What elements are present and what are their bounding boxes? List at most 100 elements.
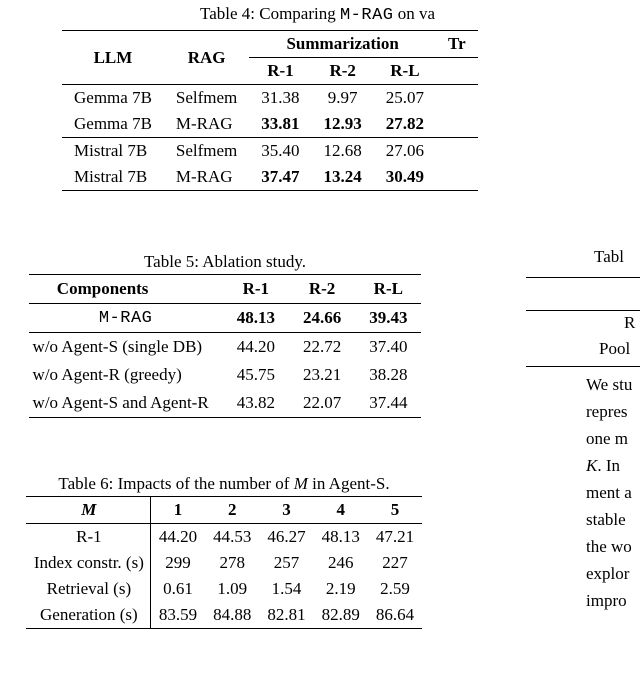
cell-r2: 22.72 (289, 333, 355, 362)
table4-sub-r1: R-1 (249, 58, 311, 85)
table6: Table 6: Impacts of the number of M in A… (4, 470, 444, 629)
table-row: Mistral 7B M-RAG 37.47 13.24 30.49 (62, 164, 478, 191)
cell-r2: 12.93 (312, 111, 374, 138)
cell-v: 44.53 (205, 524, 259, 551)
cell-v: 47.21 (368, 524, 422, 551)
cell-rl: 37.44 (355, 389, 421, 418)
table5-caption: Table 5: Ablation study. (0, 252, 450, 272)
cell-r2: 13.24 (312, 164, 374, 191)
table6-head-1: 1 (150, 497, 205, 524)
cell-rl: 38.28 (355, 361, 421, 389)
table6-header: M 1 2 3 4 5 (26, 497, 422, 524)
cell-r2: 24.66 (289, 304, 355, 333)
frag-text: stable (586, 510, 626, 530)
cell-r1: 48.13 (223, 304, 289, 333)
table-row: Mistral 7B Selfmem 35.40 12.68 27.06 (62, 138, 478, 165)
table4: LLM RAG Summarization Tr R-1 R-2 R-L Gem… (62, 30, 478, 191)
table4-caption-suffix: on va (394, 4, 436, 23)
table-row: Gemma 7B Selfmem 31.38 9.97 25.07 (62, 85, 478, 112)
table5-head-r1: R-1 (223, 275, 289, 304)
frag-text: explor (586, 564, 629, 584)
cell-v: 84.88 (205, 602, 259, 629)
frag-text: one m (586, 429, 628, 449)
frag-row-pool: Pool (599, 339, 630, 359)
cell-r2: 22.07 (289, 389, 355, 418)
cell-v: 82.89 (314, 602, 368, 629)
cell-v: 0.61 (150, 576, 205, 602)
table4-head-tr: Tr (436, 31, 478, 58)
table6-head-4: 4 (314, 497, 368, 524)
table-row: w/o Agent-S and Agent-R 43.82 22.07 37.4… (29, 389, 422, 418)
frag-text: the wo (586, 537, 632, 557)
table6-caption: Table 6: Impacts of the number of M in A… (4, 474, 444, 494)
table5-head-rl: R-L (355, 275, 421, 304)
cell-comp: w/o Agent-S and Agent-R (29, 389, 223, 418)
table4-table: LLM RAG Summarization Tr R-1 R-2 R-L Gem… (62, 30, 478, 191)
table4-sub-r2: R-2 (312, 58, 374, 85)
cell-label: Generation (s) (26, 602, 151, 629)
cell-r1: 35.40 (249, 138, 311, 165)
frag-text: ment a (586, 483, 632, 503)
table-row: Gemma 7B M-RAG 33.81 12.93 27.82 (62, 111, 478, 138)
table5-head-comp: Components (29, 275, 223, 304)
table6-caption-suffix: in Agent-S. (308, 474, 390, 493)
table6-table: M 1 2 3 4 5 R-1 44.20 44.53 46.27 48.13 … (26, 496, 422, 629)
table4-sub-rl: R-L (374, 58, 436, 85)
cell-rag: Selfmem (164, 138, 249, 165)
table6-caption-M: M (294, 474, 308, 493)
table6-caption-prefix: Table 6: Impacts of the number of (58, 474, 293, 493)
cell-v: 86.64 (368, 602, 422, 629)
cell-rag: M-RAG (164, 164, 249, 191)
page: Table 4: Comparing M-RAG on va LLM RAG S… (0, 0, 640, 679)
cell-rl: 37.40 (355, 333, 421, 362)
cell-extra (436, 111, 478, 138)
table4-caption-prefix: Table 4: Comparing (200, 4, 340, 23)
table5-header: Components R-1 R-2 R-L (29, 275, 422, 304)
table5-head-r2: R-2 (289, 275, 355, 304)
frag-rule (526, 366, 640, 367)
cell-r1: 43.82 (223, 389, 289, 418)
frag-row-r: R (624, 313, 635, 333)
cell-r2: 12.68 (312, 138, 374, 165)
table4-sub-blank (436, 58, 478, 85)
cell-llm: Gemma 7B (62, 85, 164, 112)
cell-v: 257 (259, 550, 313, 576)
cell-v: 82.81 (259, 602, 313, 629)
cell-v: 2.19 (314, 576, 368, 602)
cell-extra (436, 85, 478, 112)
cell-extra (436, 164, 478, 191)
cell-v: 44.20 (150, 524, 205, 551)
table-row: w/o Agent-S (single DB) 44.20 22.72 37.4… (29, 333, 422, 362)
cell-r1: 33.81 (249, 111, 311, 138)
cell-v: 48.13 (314, 524, 368, 551)
table-row: Generation (s) 83.59 84.88 82.81 82.89 8… (26, 602, 422, 629)
cell-v: 278 (205, 550, 259, 576)
cell-rl: 27.82 (374, 111, 436, 138)
cell-label: Retrieval (s) (26, 576, 151, 602)
frag-text-kin: . In (597, 456, 620, 475)
cell-rag: M-RAG (164, 111, 249, 138)
frag-text: repres (586, 402, 628, 422)
table6-head-2: 2 (205, 497, 259, 524)
cell-r2: 9.97 (312, 85, 374, 112)
cell-v: 227 (368, 550, 422, 576)
table4-head-llm: LLM (62, 31, 164, 85)
table-row: w/o Agent-R (greedy) 45.75 23.21 38.28 (29, 361, 422, 389)
cell-extra (436, 138, 478, 165)
cell-v: 1.54 (259, 576, 313, 602)
frag-text: K. In (586, 456, 620, 476)
cell-comp: w/o Agent-S (single DB) (29, 333, 223, 362)
cell-rag: Selfmem (164, 85, 249, 112)
table4-head-rag: RAG (164, 31, 249, 85)
cell-rl: 39.43 (355, 304, 421, 333)
table6-head-M: M (26, 497, 151, 524)
table4-header-row1: LLM RAG Summarization Tr (62, 31, 478, 58)
frag-text: impro (586, 591, 627, 611)
table-row: Retrieval (s) 0.61 1.09 1.54 2.19 2.59 (26, 576, 422, 602)
table-row: R-1 44.20 44.53 46.27 48.13 47.21 (26, 524, 422, 551)
cell-label: R-1 (26, 524, 151, 551)
cell-r1: 44.20 (223, 333, 289, 362)
cell-rl: 27.06 (374, 138, 436, 165)
table4-caption-mono: M-RAG (340, 6, 394, 25)
cell-v: 1.09 (205, 576, 259, 602)
